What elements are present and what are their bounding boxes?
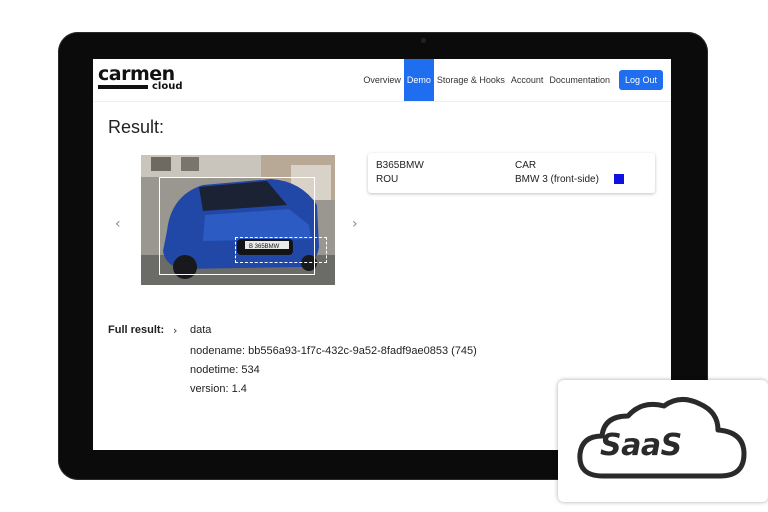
logout-button[interactable]: Log Out — [618, 70, 663, 90]
nav-documentation[interactable]: Documentation — [546, 59, 613, 101]
chevron-right-icon[interactable]: › — [352, 217, 358, 231]
page-title: Result: — [108, 117, 165, 137]
nav-storage-hooks[interactable]: Storage & Hooks — [434, 59, 508, 101]
nav-menu: Overview Demo Storage & Hooks Account Do… — [360, 59, 663, 101]
nav-account[interactable]: Account — [508, 59, 547, 101]
full-result-nodetime: nodetime: 534 — [190, 364, 260, 376]
brand-sub: cloud — [152, 81, 183, 92]
category-value: CAR — [515, 160, 537, 171]
full-result-label: Full result: — [108, 324, 165, 336]
expand-caret-icon[interactable]: › — [173, 324, 177, 337]
plate-value: B365BMW — [376, 160, 424, 171]
result-card: B365BMW ROU CAR BMW 3 (front-side) — [368, 153, 655, 193]
full-result-node[interactable]: data — [190, 324, 211, 336]
vehicle-color-swatch — [614, 174, 624, 184]
make-model-value: BMW 3 (front-side) — [515, 174, 599, 185]
nav-demo[interactable]: Demo — [403, 59, 434, 101]
full-result-version: version: 1.4 — [190, 383, 247, 395]
full-result-nodename: nodename: bb556a93-1f7c-432c-9a52-8fadf9… — [190, 345, 477, 357]
saas-badge: SaaS — [558, 380, 768, 502]
brand-logo[interactable]: carmen cloud — [98, 64, 183, 96]
plate-bounding-box — [235, 237, 327, 263]
chevron-left-icon[interactable]: ‹ — [115, 217, 121, 231]
logo-underline — [98, 85, 148, 89]
saas-text: SaaS — [600, 428, 682, 463]
country-value: ROU — [376, 174, 399, 185]
camera-dot — [421, 38, 426, 43]
nav-overview[interactable]: Overview — [360, 59, 404, 101]
vehicle-photo: B 365BMW — [141, 155, 335, 285]
top-navbar: carmen cloud Overview Demo Storage & Hoo… — [93, 59, 671, 102]
